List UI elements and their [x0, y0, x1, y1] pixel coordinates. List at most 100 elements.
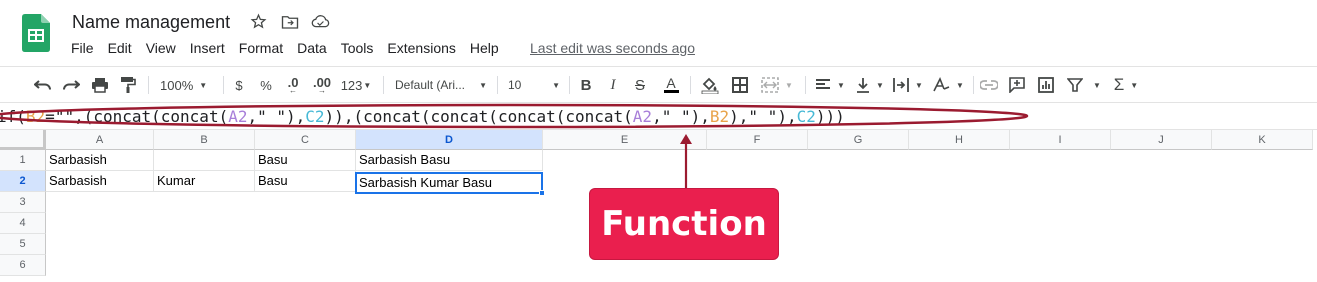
menu-edit[interactable]: Edit: [101, 39, 139, 57]
text-wrapping-icon[interactable]: ▼: [892, 75, 924, 95]
toolbar-divider: [805, 76, 806, 94]
fill-handle[interactable]: [539, 190, 545, 196]
column-header-k[interactable]: K: [1212, 130, 1313, 150]
italic-icon[interactable]: I: [605, 75, 621, 95]
chevron-down-icon: ▼: [1093, 80, 1101, 90]
more-formats-label: 123: [340, 77, 363, 93]
sheets-logo-icon[interactable]: [22, 14, 50, 52]
document-title[interactable]: Name management: [72, 12, 230, 33]
row-header-2[interactable]: 2: [0, 171, 46, 192]
chevron-down-icon: ▼: [1130, 80, 1139, 90]
menu-insert[interactable]: Insert: [183, 39, 232, 57]
last-edit-link[interactable]: Last edit was seconds ago: [530, 39, 695, 57]
formula-highlight-ellipse: [0, 103, 1029, 129]
menu-view[interactable]: View: [139, 39, 183, 57]
cell-b2[interactable]: Kumar: [154, 171, 255, 192]
font-size-select[interactable]: 10 ▼: [508, 75, 560, 95]
horizontal-align-icon[interactable]: ▼: [814, 75, 846, 95]
cell-d2-active[interactable]: Sarbasish Kumar Basu: [355, 172, 543, 194]
toolbar-divider: [569, 76, 570, 94]
insert-link-icon[interactable]: [978, 75, 1000, 95]
move-to-folder-icon[interactable]: [280, 12, 299, 31]
cell-d1[interactable]: Sarbasish Basu: [356, 150, 543, 171]
bold-icon[interactable]: B: [578, 75, 594, 95]
chevron-down-icon: ▼: [479, 80, 487, 90]
column-header-j[interactable]: J: [1111, 130, 1212, 150]
title-actions: [249, 12, 330, 31]
menu-file[interactable]: File: [64, 39, 101, 57]
currency-format-button[interactable]: $: [231, 75, 247, 95]
cell-a1[interactable]: Sarbasish: [46, 150, 154, 171]
chevron-down-icon: ▼: [956, 80, 964, 90]
column-header-g[interactable]: G: [808, 130, 909, 150]
more-formats-select[interactable]: 123 ▼: [339, 75, 373, 95]
row-header-6[interactable]: 6: [0, 255, 46, 276]
chevron-down-icon: ▼: [915, 80, 923, 90]
arrow-right-icon: →: [318, 85, 326, 95]
column-header-d[interactable]: D: [356, 130, 543, 150]
chevron-down-icon: ▼: [552, 80, 560, 90]
row-header-1[interactable]: 1: [0, 150, 46, 171]
cloud-status-icon[interactable]: [311, 12, 330, 31]
toolbar-divider: [223, 76, 224, 94]
toolbar-divider: [148, 76, 149, 94]
insert-chart-icon[interactable]: [1035, 75, 1057, 95]
toolbar-divider: [497, 76, 498, 94]
function-callout: Function: [590, 189, 778, 259]
toolbar-divider: [973, 76, 974, 94]
cell-c2[interactable]: Basu: [255, 171, 356, 192]
row-header-5[interactable]: 5: [0, 234, 46, 255]
menu-format[interactable]: Format: [232, 39, 290, 57]
increase-decimals-button[interactable]: .00 →: [310, 75, 334, 95]
column-header-c[interactable]: C: [255, 130, 356, 150]
menu-extensions[interactable]: Extensions: [380, 39, 462, 57]
fill-color-icon[interactable]: [700, 75, 720, 95]
row-header-3[interactable]: 3: [0, 192, 46, 213]
insert-comment-icon[interactable]: [1006, 75, 1028, 95]
cell-c1[interactable]: Basu: [255, 150, 356, 171]
chevron-down-icon: ▼: [199, 80, 208, 90]
font-family-select[interactable]: Default (Ari... ▼: [395, 75, 487, 95]
text-color-icon[interactable]: A: [661, 75, 681, 95]
functions-icon[interactable]: Σ ▼: [1110, 75, 1142, 95]
font-size-value: 10: [508, 78, 522, 92]
borders-icon[interactable]: [731, 75, 749, 95]
annotation-arrow: [680, 134, 692, 189]
toolbar-divider: [383, 76, 384, 94]
percent-format-button[interactable]: %: [258, 75, 274, 95]
strikethrough-icon[interactable]: S: [632, 75, 648, 95]
text-rotation-icon[interactable]: ▼: [931, 75, 965, 95]
undo-icon[interactable]: [33, 75, 53, 95]
column-header-f[interactable]: F: [707, 130, 808, 150]
decrease-decimals-button[interactable]: .0 ←: [282, 75, 304, 95]
column-header-a[interactable]: A: [46, 130, 154, 150]
star-icon[interactable]: [249, 12, 268, 31]
menu-data[interactable]: Data: [290, 39, 334, 57]
arrow-left-icon: ←: [289, 85, 297, 95]
font-family-value: Default (Ari...: [395, 78, 466, 92]
column-header-i[interactable]: I: [1010, 130, 1111, 150]
text-color-glyph: A: [666, 75, 676, 91]
cell-b1[interactable]: [154, 150, 255, 171]
column-header-h[interactable]: H: [909, 130, 1010, 150]
menu-help[interactable]: Help: [463, 39, 506, 57]
merge-cells-icon[interactable]: ▼: [758, 75, 796, 95]
filter-icon[interactable]: ▼: [1064, 75, 1104, 95]
column-header-b[interactable]: B: [154, 130, 255, 150]
sigma-glyph: Σ: [1113, 75, 1125, 94]
chevron-down-icon: ▼: [785, 80, 793, 90]
row-header-4[interactable]: 4: [0, 213, 46, 234]
menu-tools[interactable]: Tools: [334, 39, 381, 57]
toolbar-divider: [690, 76, 691, 94]
cell-a2[interactable]: Sarbasish: [46, 171, 154, 192]
vertical-align-icon[interactable]: ▼: [854, 75, 886, 95]
select-all-corner[interactable]: [0, 130, 46, 150]
zoom-value: 100%: [160, 77, 194, 93]
print-icon[interactable]: [90, 75, 110, 95]
redo-icon[interactable]: [61, 75, 81, 95]
chevron-down-icon: ▼: [363, 80, 372, 90]
chevron-down-icon: ▼: [876, 80, 884, 90]
paint-format-icon[interactable]: [118, 75, 138, 95]
zoom-select[interactable]: 100% ▼: [160, 75, 214, 95]
toolbar: 100% ▼ $ % .0 ← .00 → 123 ▼ Default (Ari... ▼…: [0, 66, 1317, 102]
